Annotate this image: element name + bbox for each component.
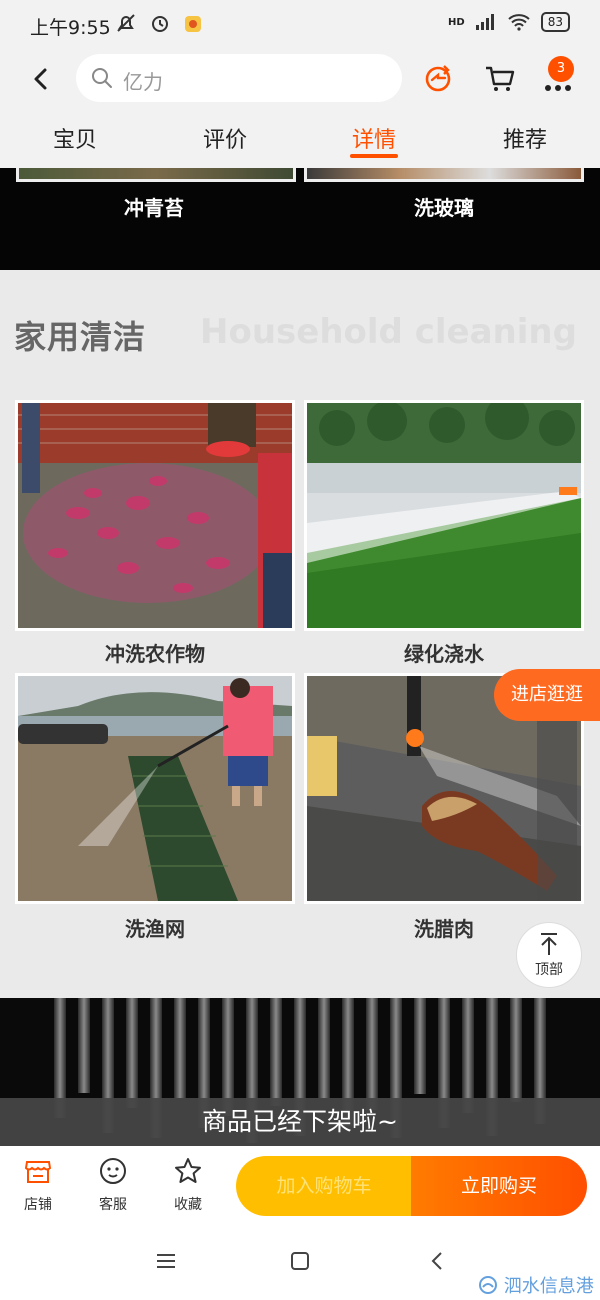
back-to-top-label: 顶部 bbox=[535, 962, 563, 978]
detail-tabs: 宝贝 评价 详情 推荐 bbox=[0, 118, 600, 166]
arrow-up-icon bbox=[541, 933, 557, 955]
caption-moss: 冲青苔 bbox=[124, 196, 184, 220]
signal-icon bbox=[475, 14, 494, 30]
photo-fishnet bbox=[15, 673, 295, 904]
section-title: 家用清洁 bbox=[14, 318, 147, 356]
watermark-logo-icon bbox=[479, 1276, 497, 1294]
search-icon bbox=[92, 68, 112, 88]
photo-lawn bbox=[304, 400, 584, 631]
caption-lawn: 绿化浇水 bbox=[404, 642, 484, 666]
potato-pile-image bbox=[18, 403, 292, 628]
network-label: HD bbox=[448, 16, 465, 28]
visit-shop-button[interactable]: 进店逛逛 bbox=[494, 669, 600, 721]
shop-label: 店铺 bbox=[24, 1197, 52, 1213]
active-tab-indicator bbox=[350, 154, 398, 158]
cart-icon[interactable] bbox=[482, 60, 518, 96]
share-icon[interactable] bbox=[420, 60, 456, 96]
status-icons bbox=[115, 12, 203, 35]
status-bar: 上午9:55 HD 83 bbox=[0, 0, 600, 46]
photo-crops bbox=[15, 400, 295, 631]
wifi-icon bbox=[508, 14, 530, 31]
caption-glass: 洗玻璃 bbox=[414, 196, 474, 220]
product-header: 亿力 3 宝贝 评价 详情 推荐 bbox=[0, 46, 600, 168]
add-to-cart-button[interactable]: 加入购物车 bbox=[236, 1156, 412, 1216]
tab-reviews[interactable]: 评价 bbox=[185, 122, 265, 154]
section-title-en: Household cleaning bbox=[200, 312, 577, 352]
previous-section-block: 冲青苔 洗玻璃 bbox=[0, 168, 600, 270]
alarm-icon bbox=[152, 16, 169, 32]
back-arrow-icon[interactable] bbox=[24, 62, 58, 96]
glass-photo-strip bbox=[304, 168, 584, 182]
status-time: 上午9:55 bbox=[30, 17, 111, 39]
favorite-button[interactable]: 收藏 bbox=[158, 1156, 218, 1214]
sold-out-notice: 商品已经下架啦~ bbox=[0, 1098, 600, 1146]
cart-count-badge: 3 bbox=[548, 56, 574, 82]
muted-bell-icon bbox=[117, 14, 135, 32]
menu-icon[interactable] bbox=[155, 1250, 177, 1272]
customer-service-label: 客服 bbox=[99, 1197, 127, 1213]
moss-photo-strip bbox=[16, 168, 296, 182]
back-to-top-button[interactable]: 顶部 bbox=[516, 922, 582, 988]
status-right: HD 83 bbox=[448, 12, 570, 32]
tab-recommend[interactable]: 推荐 bbox=[485, 122, 565, 154]
fishnet-wash-image bbox=[18, 676, 292, 901]
star-icon bbox=[175, 1158, 201, 1183]
caption-crops: 冲洗农作物 bbox=[105, 642, 205, 666]
tab-baobei[interactable]: 宝贝 bbox=[35, 122, 115, 154]
home-icon[interactable] bbox=[289, 1250, 311, 1272]
favorite-label: 收藏 bbox=[174, 1197, 202, 1213]
search-placeholder: 亿力 bbox=[123, 70, 163, 94]
buy-now-button[interactable]: 立即购买 bbox=[411, 1156, 587, 1216]
watermark: 泗水信息港 bbox=[478, 1272, 594, 1298]
detail-content: 冲青苔 洗玻璃 家用清洁 Household cleaning 冲洗农作物 绿化… bbox=[0, 168, 600, 1146]
nav-back-icon[interactable] bbox=[426, 1250, 448, 1272]
app-notification-icon bbox=[185, 16, 202, 32]
lawn-spray-image bbox=[307, 403, 581, 628]
shop-icon bbox=[24, 1161, 52, 1183]
customer-service-button[interactable]: 客服 bbox=[83, 1156, 143, 1214]
shop-button[interactable]: 店铺 bbox=[8, 1156, 68, 1214]
search-input[interactable]: 亿力 bbox=[76, 54, 402, 102]
caption-fishnet: 洗渔网 bbox=[125, 917, 185, 941]
bottom-action-bar: 店铺 客服 收藏 加入购物车 立即购买 bbox=[0, 1146, 600, 1228]
watermark-text: 泗水信息港 bbox=[503, 1276, 594, 1297]
tab-details[interactable]: 详情 bbox=[334, 122, 414, 154]
battery-indicator: 83 bbox=[540, 12, 570, 32]
customer-service-icon bbox=[100, 1158, 126, 1184]
